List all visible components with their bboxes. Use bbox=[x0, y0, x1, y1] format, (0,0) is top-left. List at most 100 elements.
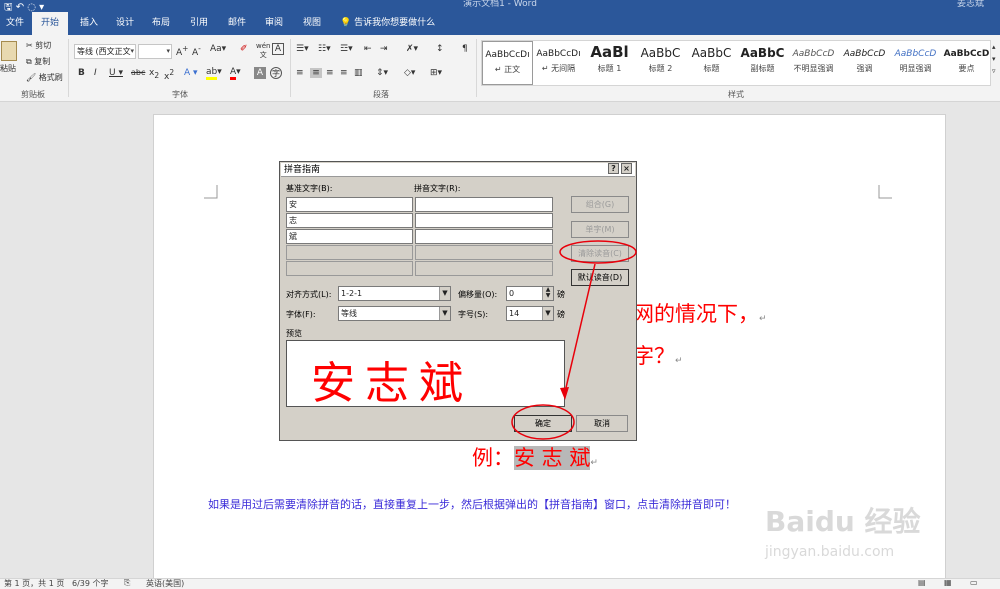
tab-view[interactable]: 视图 bbox=[294, 12, 330, 35]
italic-button[interactable]: I bbox=[94, 68, 97, 78]
pinyin-text-field[interactable] bbox=[415, 197, 553, 212]
base-text-field[interactable]: 斌 bbox=[286, 229, 413, 244]
font-select[interactable]: 等线 ▼ bbox=[338, 306, 451, 321]
align-label: 对齐方式(L): bbox=[286, 290, 332, 299]
style-no-spacing[interactable]: AaBbCcDı ↵ 无间隔 bbox=[533, 41, 584, 85]
clipboard-icon bbox=[1, 41, 17, 61]
grow-font-icon[interactable]: A+ bbox=[176, 44, 188, 58]
enclose-char-icon[interactable]: 字 bbox=[270, 67, 282, 79]
multilevel-list-icon[interactable]: ☲▾ bbox=[340, 44, 353, 54]
decrease-indent-icon[interactable]: ⇤ bbox=[364, 44, 372, 54]
increase-indent-icon[interactable]: ⇥ bbox=[380, 44, 388, 54]
word-count[interactable]: 6/39 个字 bbox=[72, 578, 109, 589]
cancel-button[interactable]: 取消 bbox=[576, 415, 628, 432]
style-subtitle[interactable]: AaBbC 副标题 bbox=[737, 41, 788, 85]
change-case-icon[interactable]: Aa▾ bbox=[210, 44, 226, 54]
tab-references[interactable]: 引用 bbox=[182, 12, 216, 35]
style-normal[interactable]: AaBbCcDı ↵ 正文 bbox=[482, 41, 533, 85]
char-shading-icon[interactable]: A bbox=[254, 67, 266, 79]
example-selected-text[interactable]: 安 志 斌 bbox=[514, 446, 591, 470]
proofing-icon[interactable]: ⎘ bbox=[124, 578, 130, 588]
style-emphasis[interactable]: AaBbCcD 强调 bbox=[839, 41, 890, 85]
single-char-button[interactable]: 单字(M) bbox=[571, 221, 629, 238]
size-select[interactable]: 14 ▼ bbox=[506, 306, 554, 321]
style-intense-emphasis[interactable]: AaBbCcD 明显强调 bbox=[890, 41, 941, 85]
style-strong[interactable]: AaBbCcD 要点 bbox=[941, 41, 992, 85]
spinner-arrows-icon[interactable]: ▲ ▼ bbox=[542, 287, 553, 300]
tab-layout[interactable]: 布局 bbox=[144, 12, 178, 35]
page-count[interactable]: 第 1 页，共 1 页 bbox=[4, 578, 64, 589]
clear-pinyin-button[interactable]: 清除读音(C) bbox=[571, 245, 629, 262]
justify-icon[interactable]: ≡ bbox=[340, 68, 348, 78]
styles-scroll-icon[interactable]: ▴ ▾ ▿ bbox=[992, 41, 996, 77]
style-subtle-emphasis[interactable]: AaBbCcD 不明显强调 bbox=[788, 41, 839, 85]
default-pinyin-button[interactable]: 默认读音(D) bbox=[571, 269, 629, 286]
shading-icon[interactable]: ◇▾ bbox=[404, 68, 415, 78]
font-name-value: 等线 (西文正文 bbox=[77, 47, 131, 56]
clipboard-group-label: 剪贴板 bbox=[21, 90, 45, 99]
align-select[interactable]: 1-2-1 ▼ bbox=[338, 286, 451, 301]
tab-insert[interactable]: 插入 bbox=[72, 12, 106, 35]
font-name-combo[interactable]: 等线 (西文正文 ▾ bbox=[74, 44, 136, 59]
align-left-icon[interactable]: ≡ bbox=[296, 68, 304, 78]
combine-button[interactable]: 组合(G) bbox=[571, 196, 629, 213]
bold-button[interactable]: B bbox=[78, 68, 85, 78]
align-right-icon[interactable]: ≡ bbox=[326, 68, 334, 78]
tab-file[interactable]: 文件 bbox=[0, 12, 30, 35]
chinese-layout-icon[interactable]: ✗▾ bbox=[406, 44, 418, 54]
user-name[interactable]: 姜志斌 bbox=[957, 0, 984, 9]
ok-button[interactable]: 确定 bbox=[514, 415, 572, 432]
style-preview: AaBbCcDı bbox=[536, 49, 581, 59]
scissors-icon: ✂ bbox=[26, 41, 33, 50]
style-name: 标题 bbox=[703, 64, 720, 73]
style-heading-1[interactable]: AaBl 标题 1 bbox=[584, 41, 635, 85]
line-spacing-icon[interactable]: ⇕▾ bbox=[376, 68, 388, 78]
pinyin-text-field[interactable] bbox=[415, 213, 553, 228]
sort-icon[interactable]: ↕ bbox=[436, 44, 444, 54]
borders-icon[interactable]: ⊞▾ bbox=[430, 68, 442, 78]
align-center-icon[interactable]: ≡ bbox=[310, 68, 322, 78]
copy-button[interactable]: ⧉ 复制 bbox=[26, 56, 50, 67]
bullets-icon[interactable]: ☰▾ bbox=[296, 44, 309, 54]
close-icon[interactable]: × bbox=[621, 163, 632, 174]
tab-design[interactable]: 设计 bbox=[108, 12, 142, 35]
ribbon: 粘贴 ✂ 剪切 ⧉ 复制 🖌 格式刷 剪贴板 等线 (西文正文 ▾ ▾ A+ A-… bbox=[0, 35, 1000, 102]
phonetic-guide-icon[interactable]: wén 文 bbox=[256, 42, 270, 60]
style-heading-2[interactable]: AaBbC 标题 2 bbox=[635, 41, 686, 85]
numbering-icon[interactable]: ☷▾ bbox=[318, 44, 331, 54]
help-button[interactable]: ? bbox=[608, 163, 619, 174]
style-title[interactable]: AaBbC 标题 bbox=[686, 41, 737, 85]
tab-review[interactable]: 审阅 bbox=[256, 12, 292, 35]
strikethrough-button[interactable]: abc bbox=[131, 68, 145, 77]
shrink-font-icon[interactable]: A- bbox=[192, 44, 201, 58]
base-text-field[interactable]: 志 bbox=[286, 213, 413, 228]
web-layout-icon[interactable]: ▭ bbox=[970, 578, 978, 587]
print-layout-icon[interactable]: ▦ bbox=[944, 578, 952, 587]
font-value: 等线 bbox=[341, 309, 357, 318]
show-marks-icon[interactable]: ¶ bbox=[462, 44, 468, 54]
cut-button[interactable]: ✂ 剪切 bbox=[26, 40, 51, 51]
superscript-button[interactable]: x2 bbox=[164, 68, 174, 82]
style-preview: AaBbCcD bbox=[894, 49, 937, 59]
char-border-icon[interactable]: A bbox=[272, 43, 284, 55]
tell-me-box[interactable]: 💡 告诉我你想要做什么 bbox=[340, 12, 435, 35]
subscript-button[interactable]: x2 bbox=[149, 68, 159, 80]
clear-format-icon[interactable]: ✐ bbox=[240, 44, 248, 54]
read-mode-icon[interactable]: ▤ bbox=[918, 578, 926, 587]
format-painter-button[interactable]: 🖌 格式刷 bbox=[26, 72, 63, 83]
language-indicator[interactable]: 英语(美国) bbox=[146, 578, 184, 589]
paste-button[interactable]: 粘贴 bbox=[0, 39, 20, 79]
align-value: 1-2-1 bbox=[341, 289, 363, 298]
offset-spinner[interactable]: 0 ▲ ▼ bbox=[506, 286, 554, 301]
tab-mailings[interactable]: 邮件 bbox=[220, 12, 254, 35]
highlight-icon[interactable]: ab▾ bbox=[206, 67, 222, 80]
base-text-field[interactable]: 安 bbox=[286, 197, 413, 212]
font-color-icon[interactable]: A▾ bbox=[230, 67, 241, 80]
pinyin-text-field[interactable] bbox=[415, 229, 553, 244]
distributed-icon[interactable]: ▥ bbox=[354, 68, 363, 78]
tab-home[interactable]: 开始 bbox=[32, 12, 68, 35]
font-size-combo[interactable]: ▾ bbox=[138, 44, 172, 59]
base-text-field-empty bbox=[286, 245, 413, 260]
text-effects-icon[interactable]: A ▾ bbox=[184, 68, 198, 78]
underline-button[interactable]: U ▾ bbox=[109, 68, 123, 78]
